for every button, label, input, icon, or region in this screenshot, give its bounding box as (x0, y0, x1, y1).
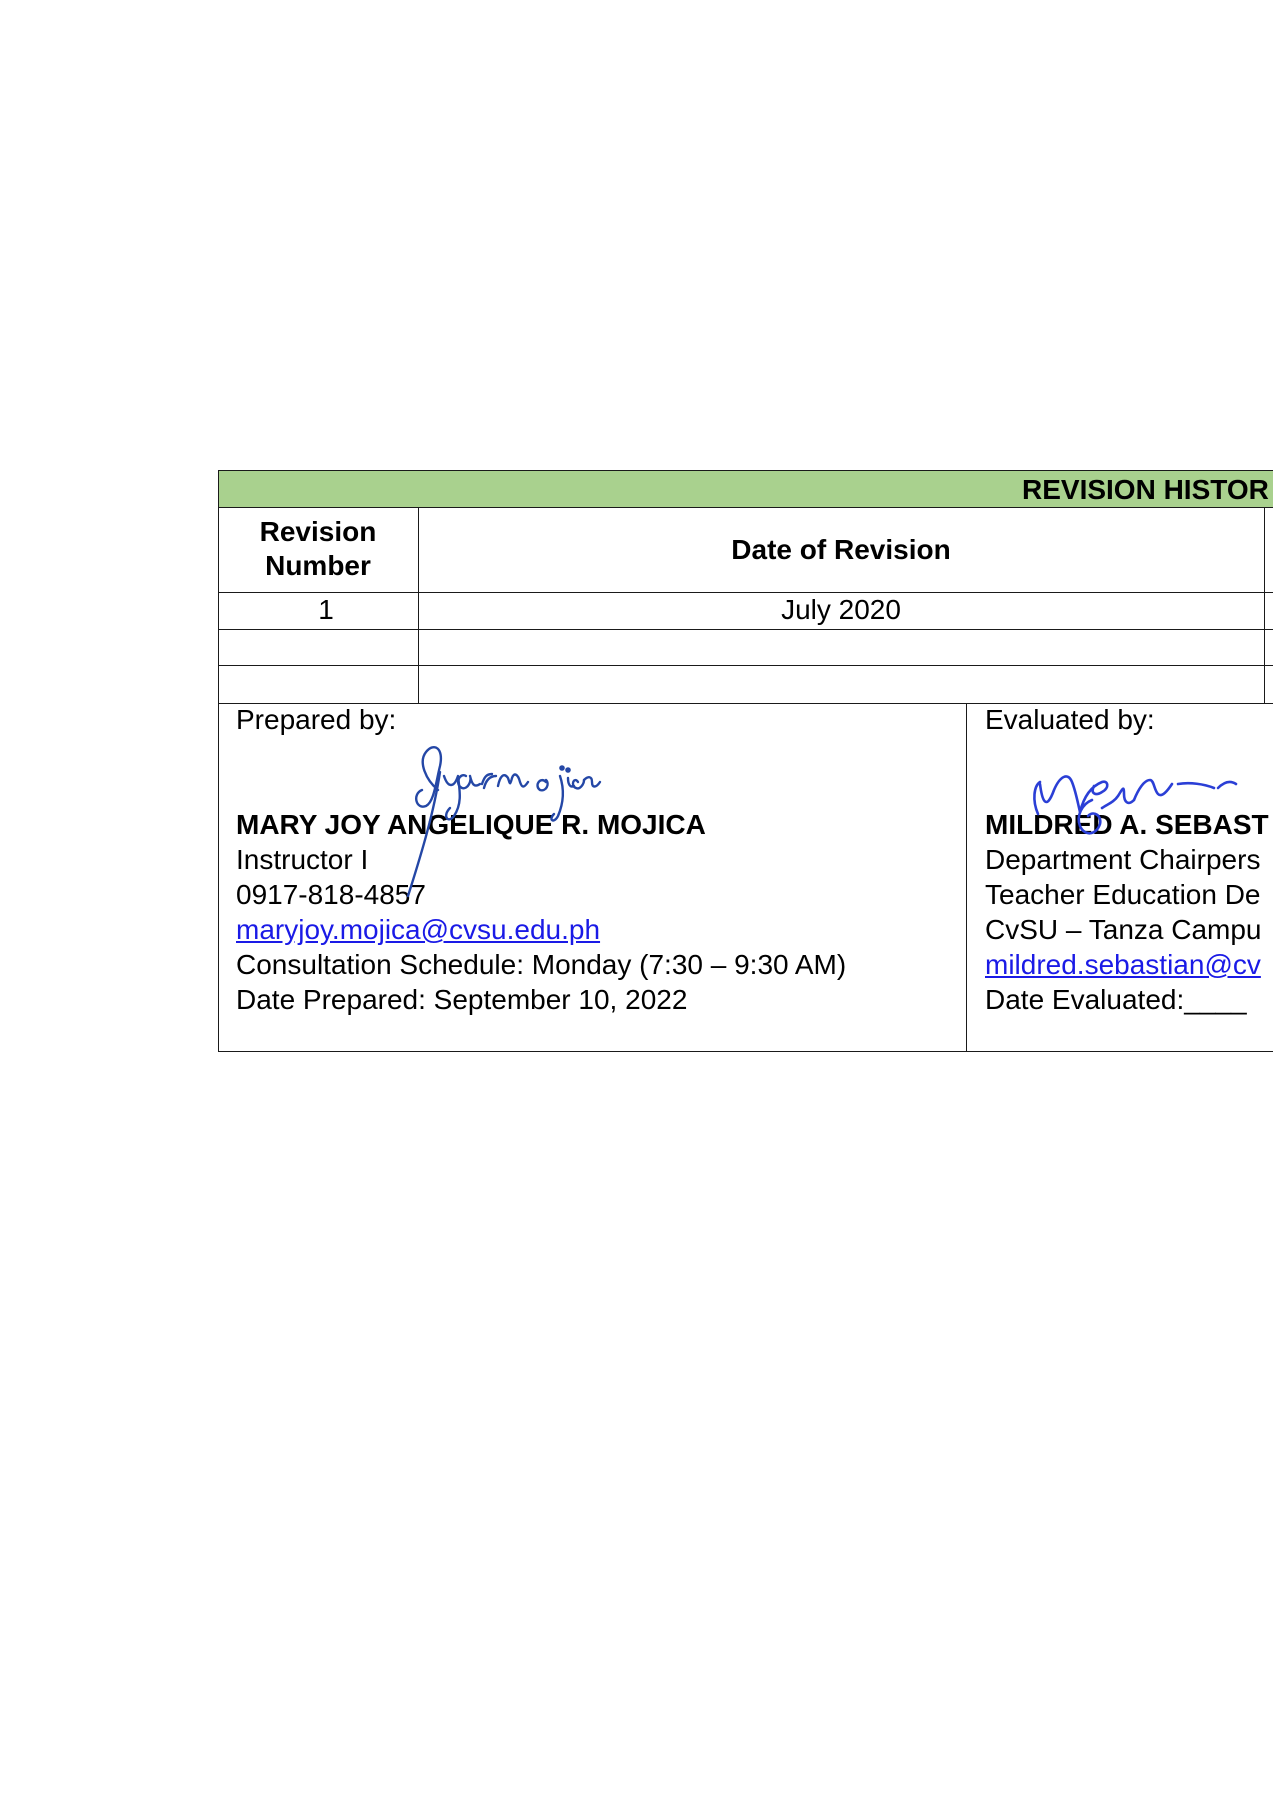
preparer-signature (406, 746, 602, 898)
evaluator-campus: CvSU – Tanza Campu (985, 914, 1262, 945)
column-header-date-of-revision: Date of Revision (731, 534, 951, 565)
table-border-top (218, 470, 1273, 471)
evaluator-department: Teacher Education De (985, 879, 1261, 910)
table-cell-revision-number: 1 (318, 594, 334, 625)
date-prepared: Date Prepared: September 10, 2022 (236, 984, 688, 1015)
consultation-schedule: Consultation Schedule: Monday (7:30 – 9:… (236, 949, 847, 980)
column-header-revision-number: Revision Number (259, 516, 377, 581)
date-evaluated: Date Evaluated:____ (985, 984, 1247, 1015)
table-rule (218, 507, 1273, 508)
evaluated-by-label: Evaluated by: (985, 704, 1155, 735)
table-rule (966, 703, 967, 1051)
revision-history-title: REVISION HISTOR (1022, 474, 1269, 505)
preparer-email-link[interactable]: maryjoy.mojica@cvsu.edu.ph (236, 913, 600, 947)
preparer-position: Instructor I (236, 844, 369, 875)
table-cell-date-of-revision: July 2020 (781, 594, 901, 625)
prepared-by-label: Prepared by: (236, 704, 397, 735)
document-page: REVISION HISTOR Revision Number Date of … (0, 0, 1273, 1800)
revision-history-banner: REVISION HISTOR (218, 470, 1273, 507)
evaluator-signature (1033, 775, 1238, 835)
table-rule (218, 629, 1273, 630)
table-rule (218, 665, 1273, 666)
revision-history-table: REVISION HISTOR Revision Number Date of … (218, 470, 1273, 1052)
table-rule (1264, 507, 1265, 703)
evaluator-email-link[interactable]: mildred.sebastian@cv (985, 948, 1261, 982)
table-border-bottom (218, 1051, 1273, 1052)
